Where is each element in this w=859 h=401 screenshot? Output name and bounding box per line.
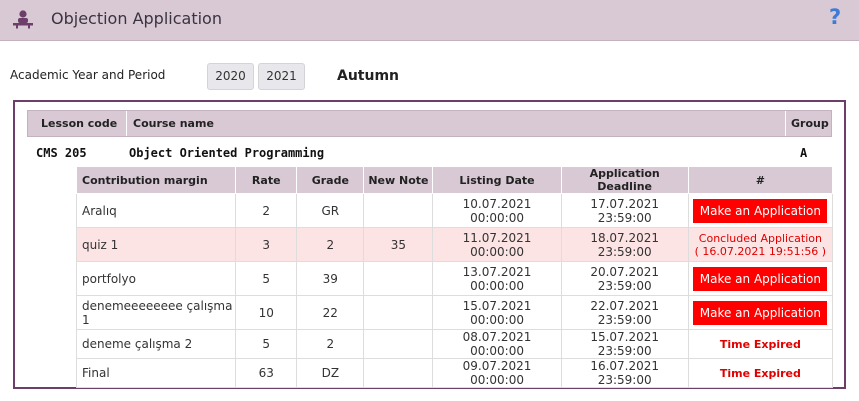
make-application-button[interactable]: Make an Application <box>693 266 828 291</box>
header-lesson-code: Lesson code <box>41 117 118 130</box>
col-grade: Grade <box>296 166 365 194</box>
cell-grade: GR <box>296 193 365 228</box>
header-course-name: Course name <box>126 111 786 136</box>
col-new-note: New Note <box>363 166 434 194</box>
cell-action: Make an Application <box>687 261 834 296</box>
cell-action: Make an Application <box>687 193 834 228</box>
cell-deadline: 22.07.2021 23:59:00 <box>560 295 689 330</box>
cell-new-note <box>363 358 434 388</box>
cell-deadline: 18.07.2021 23:59:00 <box>560 227 689 262</box>
col-rate: Rate <box>235 166 298 194</box>
cell-new-note <box>363 295 434 330</box>
concluded-application-status: Concluded Application <box>698 231 822 245</box>
cell-new-note: 35 <box>363 227 434 262</box>
table-row: Final 63 DZ 09.07.2021 00:00:00 16.07.20… <box>75 358 834 388</box>
cell-deadline: 20.07.2021 23:59:00 <box>560 261 689 296</box>
table-row: quiz 1 3 2 35 11.07.2021 00:00:00 18.07.… <box>75 227 834 262</box>
cell-action: Time Expired <box>687 358 834 388</box>
cell-action: Make an Application <box>687 295 834 330</box>
cell-deadline: 17.07.2021 23:59:00 <box>560 193 689 228</box>
help-icon[interactable]: ? <box>829 5 841 29</box>
table-row: denemeeeeeeee çalışma 1 10 22 15.07.2021… <box>75 295 834 330</box>
cell-margin: quiz 1 <box>75 227 237 262</box>
cell-grade: 39 <box>296 261 365 296</box>
page-title: Objection Application <box>51 9 222 28</box>
cell-grade: 2 <box>296 227 365 262</box>
cell-listing-date: 10.07.2021 00:00:00 <box>432 193 562 228</box>
col-application-deadline: Application Deadline <box>560 166 689 194</box>
time-expired-status: Time Expired <box>719 338 801 351</box>
grades-header-row: Contribution margin Rate Grade New Note … <box>75 166 834 194</box>
cell-margin: Aralıq <box>75 193 237 228</box>
academic-period-label: Academic Year and Period <box>10 68 166 82</box>
page-header: Objection Application ? <box>0 0 859 41</box>
table-row: Aralıq 2 GR 10.07.2021 00:00:00 17.07.20… <box>75 193 834 228</box>
year-button-2021[interactable]: 2021 <box>258 63 305 90</box>
cell-action: Time Expired <box>687 329 834 359</box>
cell-rate: 10 <box>235 295 298 330</box>
cell-margin: deneme çalışma 2 <box>75 329 237 359</box>
col-action: # <box>687 166 834 194</box>
course-table-header: Lesson code Course name Group <box>27 110 832 137</box>
objection-person-icon <box>13 10 33 29</box>
cell-grade: 2 <box>296 329 365 359</box>
course-row: CMS 205 Object Oriented Programming A <box>27 142 832 164</box>
concluded-application-date: ( 16.07.2021 19:51:56 ) <box>694 244 827 258</box>
table-row: deneme çalışma 2 5 2 08.07.2021 00:00:00… <box>75 329 834 359</box>
cell-listing-date: 15.07.2021 00:00:00 <box>432 295 562 330</box>
cell-action: Concluded Application ( 16.07.2021 19:51… <box>687 227 834 262</box>
course-name: Object Oriented Programming <box>129 146 325 160</box>
course-group: A <box>800 146 808 160</box>
term-label: Autumn <box>337 68 400 84</box>
col-contribution-margin: Contribution margin <box>75 166 237 194</box>
cell-listing-date: 13.07.2021 00:00:00 <box>432 261 562 296</box>
cell-listing-date: 09.07.2021 00:00:00 <box>432 358 562 388</box>
cell-listing-date: 11.07.2021 00:00:00 <box>432 227 562 262</box>
course-code: CMS 205 <box>36 146 87 160</box>
cell-listing-date: 08.07.2021 00:00:00 <box>432 329 562 359</box>
cell-rate: 5 <box>235 261 298 296</box>
cell-deadline: 16.07.2021 23:59:00 <box>560 358 689 388</box>
make-application-button[interactable]: Make an Application <box>693 198 828 223</box>
objection-panel: Lesson code Course name Group CMS 205 Ob… <box>13 100 846 389</box>
cell-new-note <box>363 193 434 228</box>
cell-rate: 3 <box>235 227 298 262</box>
cell-margin: denemeeeeeeee çalışma 1 <box>75 295 237 330</box>
make-application-button[interactable]: Make an Application <box>693 300 828 325</box>
cell-grade: 22 <box>296 295 365 330</box>
cell-margin: portfolyo <box>75 261 237 296</box>
cell-deadline: 15.07.2021 23:59:00 <box>560 329 689 359</box>
cell-new-note <box>363 261 434 296</box>
cell-margin: Final <box>75 358 237 388</box>
cell-grade: DZ <box>296 358 365 388</box>
time-expired-status: Time Expired <box>719 367 801 380</box>
cell-rate: 2 <box>235 193 298 228</box>
header-group: Group <box>785 111 832 136</box>
year-button-2020[interactable]: 2020 <box>207 63 254 90</box>
cell-new-note <box>363 329 434 359</box>
table-row: portfolyo 5 39 13.07.2021 00:00:00 20.07… <box>75 261 834 296</box>
cell-rate: 63 <box>235 358 298 388</box>
col-listing-date: Listing Date <box>432 166 562 194</box>
cell-rate: 5 <box>235 329 298 359</box>
grades-table: Contribution margin Rate Grade New Note … <box>75 166 834 388</box>
